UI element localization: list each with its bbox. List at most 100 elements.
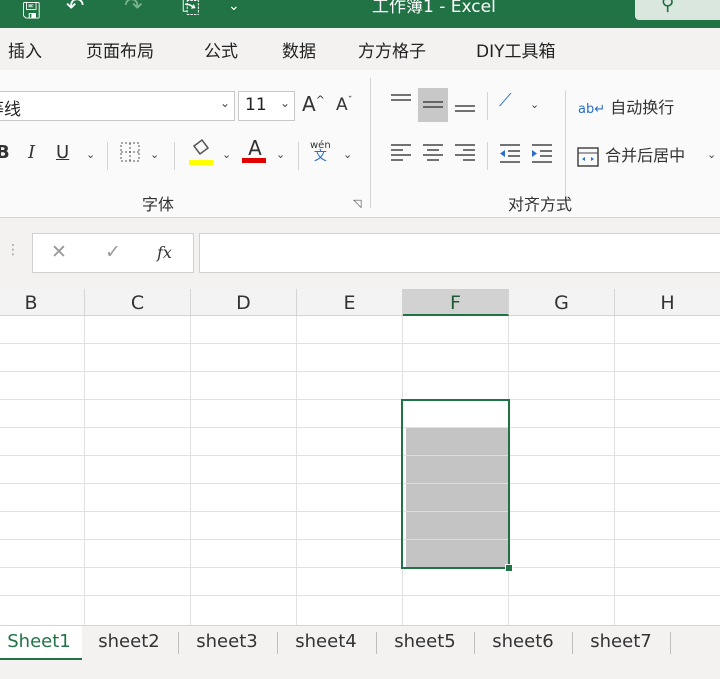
formula-bar: ⋮ ✕ ✓ fx (0, 218, 720, 286)
font-name-value: 等线 (0, 100, 21, 120)
sheet-tab-bar: Sheet1 sheet2 sheet3 sheet4 sheet5 sheet… (0, 625, 720, 679)
chevron-down-icon[interactable]: ⌄ (222, 148, 231, 161)
chevron-down-icon[interactable]: ⌄ (530, 98, 539, 111)
search-box[interactable]: ⚲ (635, 0, 720, 20)
bold-button[interactable]: B (0, 142, 10, 163)
column-header-f[interactable]: F (403, 289, 509, 316)
dialog-launcher-icon[interactable]: ◹ (353, 197, 361, 210)
column-header-d[interactable]: D (191, 289, 297, 316)
gridline (0, 343, 720, 344)
column-header-g[interactable]: G (509, 289, 615, 316)
formula-input[interactable] (199, 233, 720, 273)
wrap-text-label: 自动换行 (610, 98, 675, 117)
clipboard-icon[interactable]: ⎘ (182, 0, 200, 19)
font-color-button[interactable]: A (242, 136, 268, 163)
sheet-tab-4[interactable]: sheet4 (277, 626, 375, 660)
tab-fangfang[interactable]: 方方格子 (358, 37, 426, 62)
undo-icon[interactable]: ↶ (66, 0, 84, 19)
divider (487, 142, 488, 170)
sheet-tab-6[interactable]: sheet6 (474, 626, 572, 660)
column-header-e[interactable]: E (297, 289, 403, 316)
align-top-button[interactable] (389, 92, 413, 119)
divider (487, 92, 488, 120)
sheet-tab-2[interactable]: sheet2 (80, 626, 178, 660)
align-top-icon (391, 94, 411, 101)
wrap-text-icon: ab↵ (578, 102, 606, 117)
align-center-button[interactable] (421, 142, 445, 169)
increase-indent-icon (532, 144, 552, 163)
gridline (0, 539, 720, 540)
sheet-tab-3[interactable]: sheet3 (178, 626, 276, 660)
decrease-indent-button[interactable] (498, 142, 522, 169)
align-middle-button[interactable] (418, 88, 448, 122)
increase-indent-button[interactable] (530, 142, 554, 169)
orientation-icon: ⟋ (499, 90, 512, 111)
align-right-icon (455, 144, 475, 161)
column-header-h[interactable]: H (615, 289, 720, 316)
merge-center-label: 合并后居中 (605, 146, 686, 165)
sheet-tab-5[interactable]: sheet5 (376, 626, 474, 660)
sheet-tab-7[interactable]: sheet7 (572, 626, 670, 660)
align-bottom-button[interactable] (453, 92, 477, 121)
merge-center-icon (577, 146, 599, 167)
phonetic-bottom-label: 文 (313, 149, 327, 164)
fill-color-button[interactable] (188, 138, 214, 173)
merge-center-button[interactable]: 合并后居中 (576, 142, 685, 168)
chevron-down-icon[interactable]: ⌄ (276, 148, 285, 161)
wrap-text-button[interactable]: ab↵ 自动换行 (578, 94, 674, 118)
gridline (0, 511, 720, 512)
chevron-down-icon: ⌄ (279, 96, 290, 110)
tab-page-layout[interactable]: 页面布局 (86, 37, 154, 62)
orientation-button[interactable]: ⟋ (499, 90, 512, 111)
chevron-down-icon[interactable]: ⌄ (707, 148, 716, 161)
formula-buttons: ✕ ✓ fx (32, 233, 194, 273)
gridline (84, 316, 85, 625)
tab-data[interactable]: 数据 (282, 37, 316, 62)
align-right-button[interactable] (453, 142, 477, 169)
fill-handle[interactable] (505, 564, 513, 572)
gridline (0, 399, 720, 400)
borders-icon (120, 142, 140, 162)
chevron-down-icon[interactable]: ⌄ (343, 148, 352, 161)
gridline (0, 483, 720, 484)
shrink-font-label: A (336, 95, 348, 115)
align-left-button[interactable] (389, 142, 413, 169)
more-icon[interactable]: ⋮ (6, 242, 20, 258)
ribbon-tabs: 插入 页面布局 公式 数据 方方格子 DIY工具箱 (0, 28, 720, 70)
chevron-down-icon: ⌄ (219, 96, 230, 110)
enter-icon[interactable]: ✓ (105, 241, 121, 263)
divider (107, 142, 108, 170)
tab-insert[interactable]: 插入 (8, 37, 42, 62)
italic-button[interactable]: I (28, 142, 35, 163)
search-icon: ⚲ (661, 0, 675, 15)
gridline (614, 316, 615, 625)
font-name-select[interactable]: 等线 ⌄ (0, 91, 235, 121)
cancel-icon[interactable]: ✕ (51, 241, 67, 263)
insert-function-icon[interactable]: fx (157, 243, 172, 262)
ribbon: 等线 ⌄ 11 ⌄ A^ Aˇ B I U ⌄ ⌄ ⌄ A ⌄ wén 文 ⌄ … (0, 70, 720, 218)
gridline (0, 567, 720, 568)
phonetic-button[interactable]: wén 文 (310, 140, 331, 164)
customize-dropdown-icon[interactable]: ⌄ (228, 0, 240, 14)
worksheet-grid[interactable]: B C D E F G H (0, 289, 720, 625)
chevron-down-icon[interactable]: ⌄ (150, 148, 159, 161)
column-header-b[interactable]: B (0, 289, 85, 316)
sheet-tab-1[interactable]: Sheet1 (0, 626, 82, 660)
tab-diy-tools[interactable]: DIY工具箱 (476, 37, 556, 62)
align-center-icon (423, 144, 443, 161)
redo-icon[interactable]: ↷ (124, 0, 142, 19)
underline-button[interactable]: U (56, 142, 69, 163)
gridline (296, 316, 297, 625)
font-size-select[interactable]: 11 ⌄ (238, 91, 295, 121)
tab-formulas[interactable]: 公式 (204, 37, 238, 62)
font-group-label: 字体 (142, 195, 175, 214)
save-icon[interactable]: 🖫 (22, 0, 41, 28)
borders-button[interactable] (118, 140, 142, 169)
column-header-c[interactable]: C (85, 289, 191, 316)
gridline (190, 316, 191, 625)
gridline (0, 371, 720, 372)
grow-font-button[interactable]: A^ (302, 92, 325, 116)
selection-border (401, 399, 510, 569)
shrink-font-button[interactable]: Aˇ (336, 95, 353, 115)
chevron-down-icon[interactable]: ⌄ (86, 148, 95, 161)
